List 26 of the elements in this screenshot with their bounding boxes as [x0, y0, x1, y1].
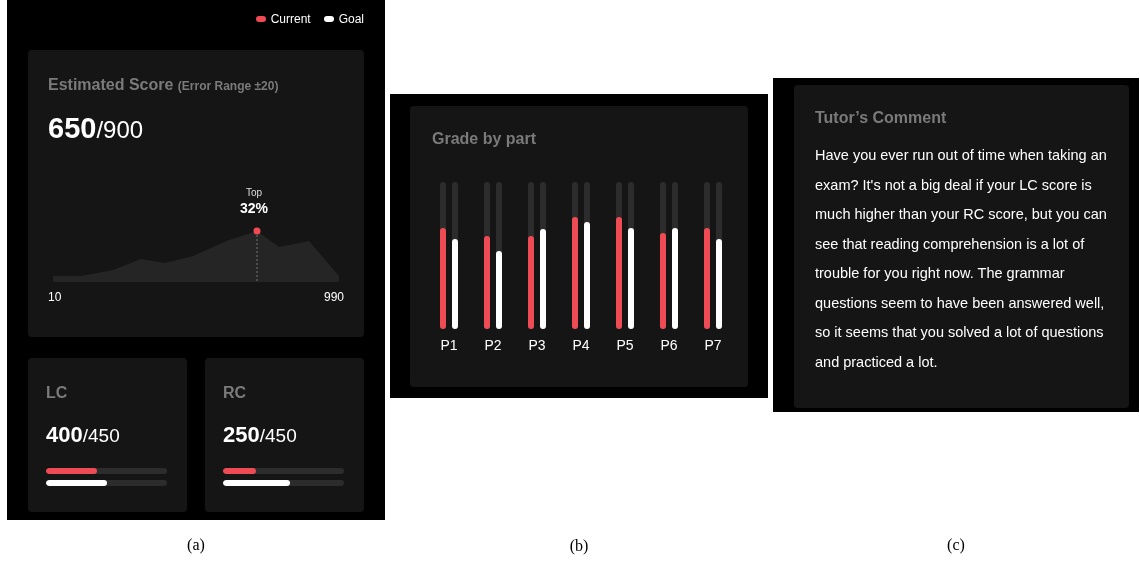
- figure-caption: (a): [187, 536, 205, 554]
- figure-caption: (b): [569, 537, 589, 555]
- part-label: P6: [660, 337, 678, 353]
- card-title: Tutor’s Comment: [815, 109, 948, 127]
- card-title: Estimated Score (Error Range ±20): [48, 76, 280, 94]
- part-label: P3: [528, 337, 546, 353]
- figure-caption: (c): [947, 536, 965, 554]
- part-label: P5: [616, 337, 634, 353]
- score-value: 400/450: [46, 422, 121, 448]
- card-title: Grade by part: [432, 130, 538, 148]
- card-title: RC: [223, 384, 248, 402]
- score-value: 650/900: [48, 112, 145, 145]
- card-title: LC: [46, 384, 69, 402]
- part-label: P4: [572, 337, 590, 353]
- axis-label: 10: [48, 290, 62, 304]
- marker-dot: [253, 227, 261, 235]
- axis-label: 990: [323, 290, 344, 304]
- legend-label: Goal: [338, 12, 364, 26]
- comment-text: Have you ever run out of time when taking an exam? It's not a big deal if your LC score is much higher than your RC score, but you can see that reading comprehension is a lot of trouble for you right now. The grammar questions seem to have been answered well, so it seems that you solved a lot of questions and practiced a lot.: [815, 146, 1108, 372]
- part-label: P7: [704, 337, 722, 353]
- legend-label: Current: [270, 12, 311, 26]
- part-label: P2: [484, 337, 502, 353]
- marker-value: 32%: [239, 200, 269, 216]
- score-value: 250/450: [223, 422, 298, 448]
- part-label: P1: [440, 337, 458, 353]
- marker-caption: Top: [244, 187, 264, 198]
